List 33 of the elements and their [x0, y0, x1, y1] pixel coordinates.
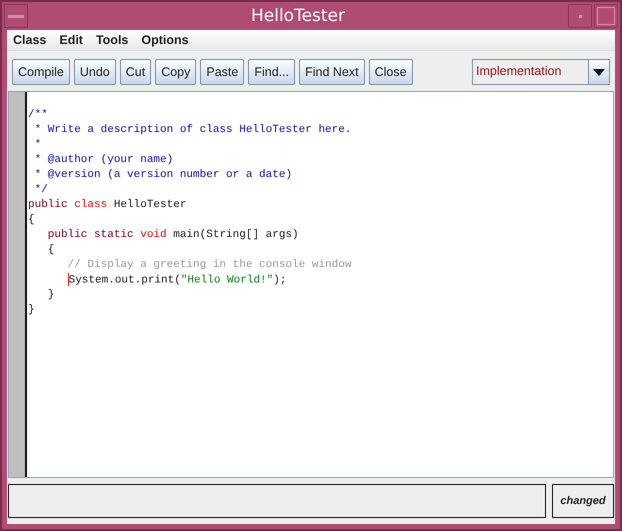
code-line: } — [46, 288, 56, 303]
toolbar-button[interactable]: Find Next — [299, 59, 365, 85]
code-line: public static void main(String[] args) — [46, 228, 300, 243]
window-title: HelloTester — [250, 6, 346, 26]
code-line: { — [46, 243, 56, 258]
code-line: System.out.print("Hello World!"); — [66, 273, 288, 288]
menu-item[interactable]: Edit — [59, 33, 83, 47]
code-editor[interactable] — [8, 91, 614, 478]
code-line: public class HelloTester — [28, 198, 188, 213]
view-dropdown[interactable]: Implementation — [472, 59, 610, 85]
toolbar-button[interactable]: Paste — [200, 59, 244, 85]
code-line: * @version (a version number or a date) — [34, 168, 294, 183]
code-line: */ — [34, 183, 49, 198]
toolbar-button[interactable]: Find... — [248, 59, 296, 85]
code-line: * @author (your name) — [34, 153, 174, 168]
code-line: /** — [28, 108, 49, 123]
code-line: // Display a greeting in the console window — [66, 258, 352, 273]
menu-item[interactable]: Class — [13, 33, 46, 47]
code-line: } — [28, 303, 36, 318]
toolbar-button[interactable]: Undo — [74, 59, 116, 85]
code-line: * Write a description of class HelloTester here. — [34, 123, 352, 138]
maximize-button[interactable] — [594, 4, 618, 28]
window-menu-button[interactable] — [4, 4, 28, 28]
toolbar-button[interactable]: Compile — [12, 59, 70, 85]
toolbar-button[interactable]: Copy — [155, 59, 196, 85]
status-label: changed — [552, 484, 614, 518]
menu-item[interactable]: Options — [141, 33, 189, 47]
toolbar-button[interactable]: Close — [368, 59, 413, 85]
code-line: * — [34, 138, 42, 153]
toolbar-button[interactable]: Cut — [120, 59, 152, 85]
dropdown-arrow-icon — [593, 68, 605, 76]
menu-item[interactable]: Tools — [96, 33, 128, 47]
code-line: { — [28, 213, 36, 228]
